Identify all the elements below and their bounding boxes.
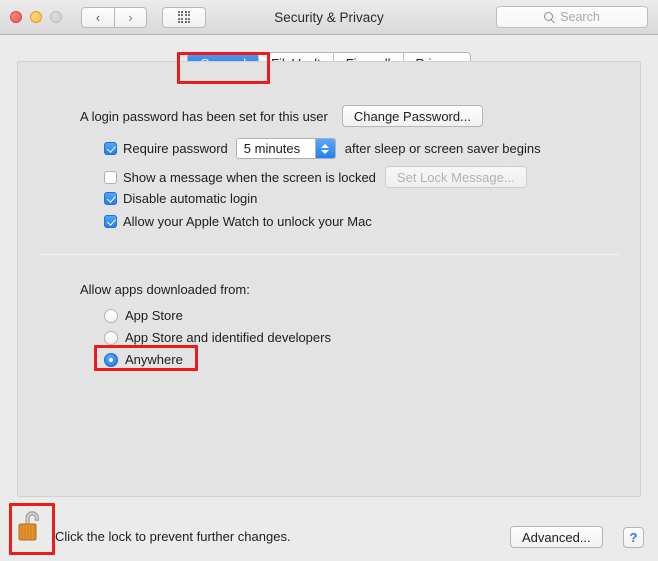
- disable-automatic-login-row: Disable automatic login: [104, 191, 257, 206]
- chevron-left-icon[interactable]: ‹: [81, 6, 114, 28]
- preferences-panel: A login password has been set for this u…: [17, 61, 641, 497]
- gatekeeper-heading-row: Allow apps downloaded from:: [80, 282, 250, 297]
- lock-message-text: Click the lock to prevent further change…: [55, 529, 291, 544]
- identified-developers-radio[interactable]: [104, 330, 118, 345]
- show-lock-message-checkbox[interactable]: [104, 170, 117, 184]
- set-lock-message-button: Set Lock Message...: [384, 166, 527, 188]
- anywhere-radio[interactable]: [104, 352, 118, 367]
- identified-developers-label: App Store and identified developers: [125, 330, 331, 345]
- advanced-button[interactable]: Advanced...: [510, 526, 603, 548]
- navigation-segmented-control[interactable]: ‹ ›: [81, 6, 147, 28]
- unlocked-padlock-icon: [18, 511, 39, 541]
- change-password-button[interactable]: Change Password...: [341, 105, 483, 127]
- close-button[interactable]: [10, 11, 22, 23]
- lock-button[interactable]: [15, 508, 48, 546]
- require-password-interval-value: 5 minutes: [236, 139, 315, 158]
- stepper-up-down-icon[interactable]: [314, 139, 335, 158]
- app-store-radio[interactable]: [104, 308, 118, 323]
- login-password-status-label: A login password has been set for this u…: [80, 108, 328, 124]
- require-password-row: Require password 5 minutes after sleep o…: [104, 138, 541, 159]
- disable-automatic-login-label: Disable automatic login: [123, 191, 258, 206]
- require-password-interval-combobox[interactable]: 5 minutes: [235, 138, 336, 159]
- apple-watch-unlock-checkbox[interactable]: [104, 215, 117, 228]
- gatekeeper-option-anywhere[interactable]: Anywhere: [104, 352, 183, 367]
- grid-icon: [177, 10, 191, 24]
- search-input[interactable]: Search: [496, 6, 648, 28]
- apple-watch-unlock-row: Allow your Apple Watch to unlock your Ma…: [104, 214, 372, 229]
- zoom-button: [50, 11, 62, 23]
- show-lock-message-row: Show a message when the screen is locked…: [104, 166, 527, 188]
- show-lock-message-label: Show a message when the screen is locked: [123, 169, 376, 185]
- require-password-suffix-label: after sleep or screen saver begins: [344, 141, 541, 156]
- section-divider: [40, 254, 620, 255]
- login-password-status-row: A login password has been set for this u…: [80, 105, 483, 127]
- gatekeeper-option-identified-developers[interactable]: App Store and identified developers: [104, 330, 331, 345]
- app-store-label: App Store: [125, 308, 183, 323]
- require-password-label: Require password: [123, 141, 228, 156]
- chevron-right-icon[interactable]: ›: [114, 6, 147, 28]
- window-titlebar: ‹ › Security & Privacy Search: [0, 0, 658, 35]
- search-icon: [544, 11, 555, 23]
- apple-watch-unlock-label: Allow your Apple Watch to unlock your Ma…: [123, 214, 372, 229]
- anywhere-label: Anywhere: [125, 352, 183, 367]
- show-all-preferences-button[interactable]: [162, 6, 206, 28]
- help-button[interactable]: ?: [623, 527, 644, 548]
- minimize-button[interactable]: [30, 11, 42, 23]
- gatekeeper-option-app-store[interactable]: App Store: [104, 308, 183, 323]
- search-placeholder: Search: [560, 10, 600, 24]
- require-password-checkbox[interactable]: [104, 142, 117, 155]
- disable-automatic-login-checkbox[interactable]: [104, 192, 117, 205]
- traffic-lights: [10, 11, 62, 23]
- gatekeeper-heading: Allow apps downloaded from:: [80, 282, 250, 297]
